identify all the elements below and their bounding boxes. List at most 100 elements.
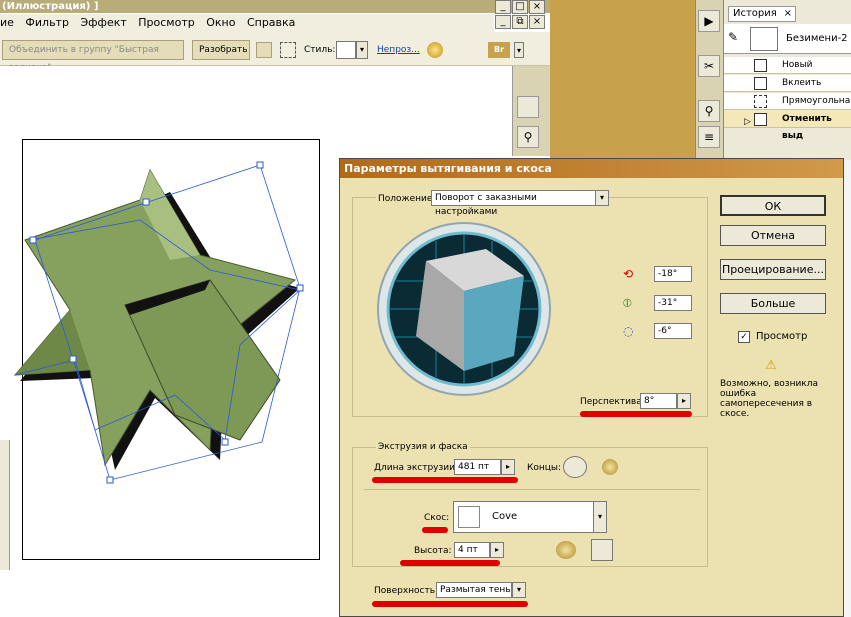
play-icon[interactable]: ▶ bbox=[698, 10, 720, 32]
annotation-underline bbox=[422, 527, 448, 533]
cap-on-icon[interactable] bbox=[563, 456, 587, 478]
rotate-y-icon: ⦶ bbox=[623, 296, 632, 310]
anchor-point[interactable] bbox=[69, 355, 77, 363]
doc-restore-button[interactable]: ⧉ bbox=[512, 15, 528, 29]
menu-item-effect[interactable]: Эффект bbox=[80, 16, 126, 29]
annotation-underline bbox=[400, 560, 500, 566]
layers-icon[interactable]: ≡ bbox=[698, 126, 720, 148]
menu-item-view[interactable]: Просмотр bbox=[138, 16, 194, 29]
style-swatch[interactable] bbox=[336, 41, 356, 59]
map-art-button[interactable]: Проецирование... bbox=[720, 259, 826, 280]
menu-item-filter[interactable]: Фильтр bbox=[25, 16, 69, 29]
extrusion-group-title: Экструзия и фаска bbox=[376, 442, 470, 452]
control-bar: Объединить в группу "Быстрая заливка" Ра… bbox=[0, 32, 550, 73]
document-icon bbox=[754, 59, 767, 72]
preview-label: Просмотр bbox=[756, 331, 808, 342]
perspective-arrow[interactable]: ▸ bbox=[677, 393, 691, 409]
snapshot-label: Безимени-2 bbox=[786, 33, 848, 44]
ok-button[interactable]: ОК bbox=[720, 195, 826, 216]
opacity-link[interactable]: Непроз... bbox=[377, 45, 420, 55]
extrude-bevel-dialog: Параметры вытягивания и скоса Положение:… bbox=[339, 158, 844, 617]
tab-history[interactable]: История × bbox=[728, 6, 796, 22]
depth-arrow[interactable]: ▸ bbox=[501, 459, 515, 475]
annotation-underline bbox=[372, 477, 518, 483]
surface-select[interactable]: Размытая тень bbox=[436, 582, 512, 598]
group-live-paint-button[interactable]: Объединить в группу "Быстрая заливка" bbox=[2, 40, 184, 73]
height-arrow[interactable]: ▸ bbox=[490, 542, 504, 558]
app-background bbox=[550, 0, 695, 160]
grid-icon[interactable] bbox=[256, 42, 272, 58]
transform-icon[interactable] bbox=[280, 42, 296, 58]
swatches-panel-icon[interactable] bbox=[517, 96, 539, 118]
bevel-preview-icon bbox=[458, 506, 480, 528]
warning-icon: ⚠ bbox=[765, 358, 777, 373]
rotate-y-field[interactable]: -31° bbox=[654, 295, 692, 311]
bevel-value: Cove bbox=[492, 511, 518, 522]
bevel-out-icon[interactable] bbox=[556, 541, 576, 559]
cap-off-icon[interactable] bbox=[602, 459, 618, 475]
snapshot-thumbnail bbox=[750, 27, 778, 51]
preview-checkbox[interactable]: ✓ bbox=[738, 331, 750, 343]
menu-item-edit[interactable]: ие bbox=[0, 16, 14, 29]
window-title: (Иллюстрация) ] bbox=[2, 1, 99, 12]
doc-minimize-button[interactable]: _ bbox=[495, 15, 511, 29]
menu-bar: ие Фильтр Эффект Просмотр Окно Справка bbox=[0, 14, 494, 32]
position-select[interactable]: Поворот с заказными настройками bbox=[431, 190, 596, 217]
document-icon bbox=[754, 77, 767, 90]
star-artwork[interactable] bbox=[0, 140, 340, 490]
anchor-point[interactable] bbox=[142, 198, 150, 206]
tools-panel-edge[interactable] bbox=[0, 440, 10, 570]
history-snapshot[interactable]: ✎ Безимени-2 bbox=[724, 24, 851, 54]
anchor-point[interactable] bbox=[256, 161, 264, 169]
bridge-icon[interactable]: Br bbox=[488, 42, 510, 58]
menu-item-window[interactable]: Окно bbox=[206, 16, 235, 29]
surface-dropdown-arrow[interactable]: ▾ bbox=[512, 582, 526, 598]
history-panel: История × ✎ Безимени-2 Новый Вклеить Пря… bbox=[723, 0, 851, 160]
tools-icon[interactable]: ✂ bbox=[698, 55, 720, 77]
anchor-point[interactable] bbox=[221, 438, 229, 446]
maximize-button[interactable]: □ bbox=[512, 0, 528, 14]
position-dropdown-arrow[interactable]: ▾ bbox=[595, 190, 609, 206]
perspective-field[interactable]: 8° bbox=[640, 393, 677, 409]
perspective-label: Перспектива: bbox=[580, 397, 645, 407]
surface-label: Поверхность: bbox=[374, 586, 439, 596]
annotation-underline bbox=[372, 601, 528, 607]
rotate-z-icon: ◌ bbox=[623, 324, 634, 338]
close-icon[interactable]: × bbox=[784, 7, 792, 21]
warning-text: Возможно, возникла ошибка самопересечени… bbox=[720, 379, 819, 419]
rotation-track-cube[interactable] bbox=[376, 221, 552, 397]
menu-item-help[interactable]: Справка bbox=[247, 16, 295, 29]
rotate-x-field[interactable]: -18° bbox=[654, 266, 692, 282]
side-tools-column: ▶ ✂ ⚲ ≡ bbox=[695, 0, 723, 160]
bridge-dropdown-arrow[interactable]: ▾ bbox=[514, 42, 524, 58]
anchor-point[interactable] bbox=[106, 476, 114, 484]
height-label: Высота: bbox=[414, 546, 452, 556]
brushes-panel-icon[interactable]: ⚲ bbox=[517, 126, 539, 148]
close-window-button[interactable]: × bbox=[529, 0, 545, 14]
bevel-select[interactable]: Cove bbox=[453, 501, 607, 533]
history-item[interactable]: Вклеить bbox=[724, 75, 851, 92]
expand-button[interactable]: Разобрать bbox=[192, 40, 250, 60]
cancel-button[interactable]: Отмена bbox=[720, 225, 826, 246]
anchor-point[interactable] bbox=[296, 284, 304, 292]
position-label: Положение: bbox=[376, 194, 438, 204]
style-label: Стиль: bbox=[304, 45, 336, 55]
style-dropdown-arrow[interactable]: ▾ bbox=[356, 41, 368, 59]
recolor-icon[interactable] bbox=[427, 42, 443, 58]
brush-icon[interactable]: ⚲ bbox=[698, 100, 720, 122]
depth-field[interactable]: 481 пт bbox=[454, 459, 501, 475]
anchor-point[interactable] bbox=[29, 236, 37, 244]
bevel-in-icon[interactable] bbox=[591, 539, 613, 561]
panel-dock-strip: ⚲ bbox=[512, 66, 550, 156]
history-item[interactable]: Прямоугольная bbox=[724, 93, 851, 110]
height-field[interactable]: 4 пт bbox=[454, 542, 490, 558]
rotate-z-field[interactable]: -6° bbox=[654, 323, 692, 339]
history-item[interactable]: Новый bbox=[724, 57, 851, 74]
minimize-button[interactable]: _ bbox=[495, 0, 511, 14]
bevel-label: Скос: bbox=[424, 513, 450, 523]
current-state-marker-icon: ▷ bbox=[744, 117, 751, 127]
more-options-button[interactable]: Больше bbox=[720, 293, 826, 314]
bevel-dropdown-arrow[interactable]: ▾ bbox=[593, 501, 607, 533]
doc-close-button[interactable]: × bbox=[529, 15, 545, 29]
history-item-current[interactable]: ▷ Отменить выд bbox=[724, 111, 851, 141]
